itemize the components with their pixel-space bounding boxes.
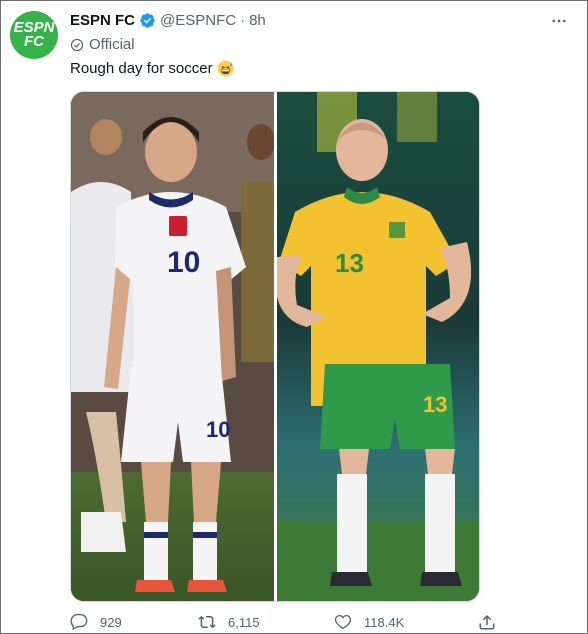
svg-text:13: 13 bbox=[335, 248, 364, 278]
share-icon bbox=[479, 614, 495, 630]
retweet-action[interactable]: 6,115 bbox=[198, 613, 260, 631]
svg-text:10: 10 bbox=[206, 417, 230, 442]
separator: · bbox=[240, 12, 246, 29]
photo-right-australia-player[interactable]: 13 13 bbox=[277, 92, 479, 601]
photo-left-usa-player[interactable]: 10 10 bbox=[71, 92, 274, 601]
retweet-count: 6,115 bbox=[228, 614, 260, 630]
heart-icon bbox=[334, 614, 352, 630]
verified-badge-icon bbox=[140, 13, 155, 28]
svg-text:13: 13 bbox=[423, 392, 447, 417]
tweet-body: Rough day for soccer bbox=[70, 60, 213, 77]
handle[interactable]: @ESPNFC bbox=[160, 12, 236, 29]
photo-left-illustration: 10 10 bbox=[71, 92, 274, 601]
svg-text:10: 10 bbox=[167, 246, 200, 279]
reply-count: 929 bbox=[100, 614, 122, 630]
share-action[interactable] bbox=[478, 613, 496, 631]
official-text: Official bbox=[89, 36, 135, 53]
like-action[interactable]: 118.4K bbox=[334, 613, 404, 631]
official-label: Official bbox=[70, 36, 135, 53]
more-dots-icon bbox=[552, 19, 566, 23]
timestamp[interactable]: 8h bbox=[249, 12, 266, 29]
official-check-icon bbox=[70, 38, 84, 51]
more-options-icon[interactable] bbox=[549, 11, 569, 31]
tweet-header: ESPN FC @ESPNFC · 8h bbox=[70, 12, 266, 29]
photo-right-illustration: 13 13 bbox=[277, 92, 479, 601]
tweet-actions: 929 6,115 118.4K bbox=[70, 613, 510, 634]
reply-action[interactable]: 929 bbox=[70, 613, 122, 631]
tweet-card[interactable]: ESPN FC ESPN FC @ESPNFC · 8h Official Ro… bbox=[0, 0, 588, 634]
tweet-text: Rough day for soccer bbox=[70, 60, 234, 77]
avatar-text-fc: FC bbox=[24, 33, 44, 50]
retweet-icon bbox=[198, 615, 216, 629]
avatar[interactable]: ESPN FC bbox=[10, 11, 58, 59]
reply-icon bbox=[70, 613, 88, 631]
display-name[interactable]: ESPN FC bbox=[70, 12, 135, 29]
grinning-sweat-emoji-icon bbox=[217, 60, 234, 77]
like-count: 118.4K bbox=[364, 614, 405, 630]
tweet-media[interactable]: 10 10 13 13 bbox=[70, 91, 480, 602]
